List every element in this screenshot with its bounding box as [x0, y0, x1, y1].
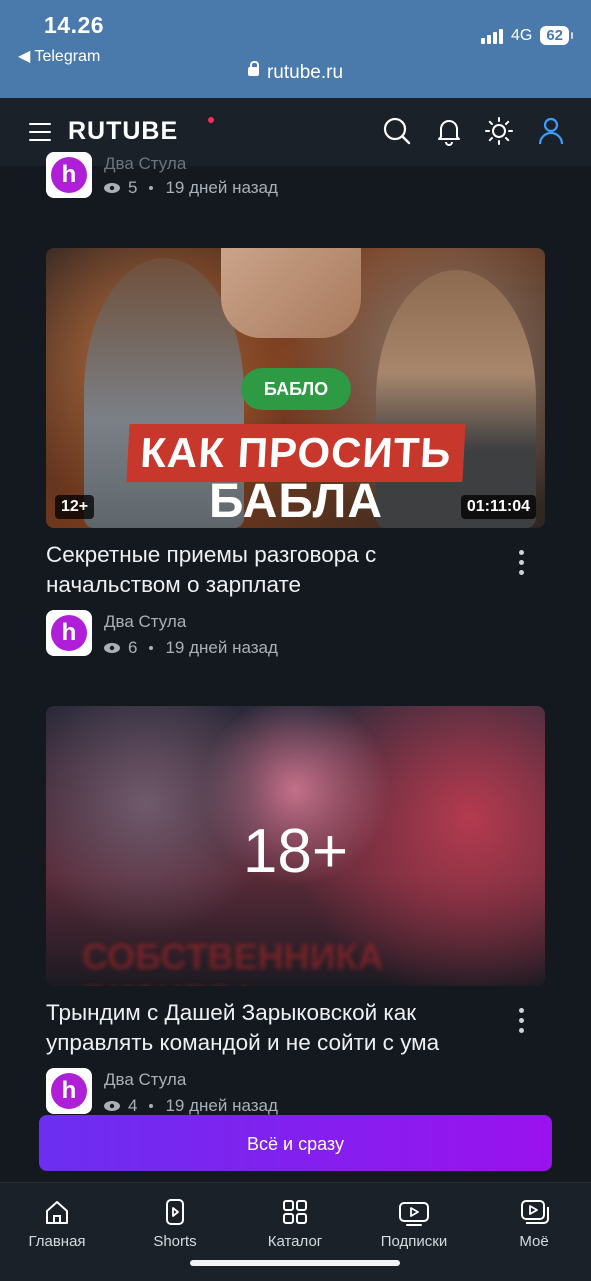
tab-subscriptions[interactable]: Подписки	[359, 1197, 469, 1250]
video-thumbnail-blurred[interactable]: СОБСТВЕННИКА БИЗНЕСА 18+	[46, 706, 545, 986]
channel-name[interactable]: Два Стула	[104, 1070, 186, 1090]
video-stats: 5 19 дней назад	[104, 178, 278, 198]
video-card[interactable]: СОБСТВЕННИКА БИЗНЕСА 18+ Трындим с Дашей…	[46, 706, 545, 1128]
thumbnail-person-right	[376, 270, 536, 528]
shorts-icon	[166, 1199, 184, 1225]
address-bar[interactable]: rutube.ru	[0, 61, 591, 84]
tab-catalog[interactable]: Каталог	[240, 1197, 350, 1250]
tab-label: Главная	[28, 1233, 86, 1250]
menu-icon[interactable]	[29, 123, 51, 141]
tab-shorts[interactable]: Shorts	[120, 1197, 230, 1250]
status-time: 14.26	[44, 12, 105, 38]
video-meta: h Два Стула 6 19 дней назад	[46, 610, 545, 670]
video-thumbnail[interactable]: БАБЛО КАК ПРОСИТЬ БАБЛА 12+ 01:11:04	[46, 248, 545, 528]
channel-name[interactable]: Два Стула	[104, 612, 186, 632]
more-options-icon[interactable]	[519, 550, 525, 580]
lock-icon	[247, 61, 259, 77]
video-title[interactable]: Трындим с Дашей Зарыковской как управлят…	[46, 998, 486, 1058]
signal-icon	[480, 28, 503, 44]
tab-home[interactable]: Главная	[2, 1197, 112, 1250]
published-ago: 19 дней назад	[165, 178, 278, 197]
tab-label: Подписки	[380, 1233, 448, 1250]
thumbnail-fist	[221, 248, 361, 338]
tab-label: Каталог	[267, 1233, 323, 1250]
separator-dot	[149, 1104, 154, 1108]
channel-avatar[interactable]: h	[46, 1068, 92, 1114]
age-rating-badge: 12+	[55, 495, 95, 519]
bottom-tab-bar: Главная Shorts Каталог Подписки Моё	[0, 1182, 591, 1281]
video-stats: 6 19 дней назад	[104, 638, 278, 658]
network-type: 4G	[510, 26, 533, 44]
thumbnail-headline-2: БАБЛА	[209, 475, 383, 528]
theme-sun-icon[interactable]	[484, 116, 514, 146]
views-count: 4	[128, 1096, 138, 1115]
duration-badge: 01:11:04	[460, 495, 536, 519]
home-indicator	[190, 1260, 400, 1266]
tab-my[interactable]: Моё	[479, 1197, 589, 1250]
battery-icon: 62	[540, 26, 573, 45]
channel-name[interactable]: Два Стула	[104, 154, 186, 174]
published-ago: 19 дней назад	[165, 638, 278, 657]
channel-avatar[interactable]: h	[46, 152, 92, 198]
browser-status-bar: 14.26 ◀ Telegram 4G 62 rutube.ru	[0, 0, 591, 98]
rutube-logo[interactable]: RUTUBE	[68, 117, 178, 146]
age-restriction-overlay: 18+	[242, 817, 349, 886]
more-options-icon[interactable]	[519, 1008, 525, 1038]
views-eye-icon	[104, 183, 120, 193]
video-stats: 4 19 дней назад	[104, 1096, 278, 1116]
my-icon	[521, 1200, 549, 1224]
user-profile-icon[interactable]	[536, 116, 566, 146]
all-at-once-button[interactable]: Всё и сразу	[39, 1115, 552, 1171]
views-eye-icon	[104, 1101, 120, 1111]
tab-label: Shorts	[153, 1233, 197, 1250]
search-icon[interactable]	[382, 116, 412, 146]
views-count: 6	[128, 638, 138, 657]
video-title[interactable]: Секретные приемы разговора с начальством…	[46, 540, 486, 600]
subscriptions-icon	[399, 1202, 429, 1226]
views-count: 5	[128, 178, 138, 197]
tab-label: Моё	[519, 1233, 549, 1250]
blurred-thumbnail-text: СОБСТВЕННИКА БИЗНЕСА	[82, 936, 384, 986]
logo-red-dot	[208, 117, 214, 123]
notifications-bell-icon[interactable]	[434, 116, 464, 146]
views-eye-icon	[104, 643, 120, 653]
video-card[interactable]: БАБЛО КАК ПРОСИТЬ БАБЛА 12+ 01:11:04 Сек…	[46, 248, 545, 670]
partial-video-meta: h Два Стула 5 19 дней назад	[46, 152, 346, 200]
status-indicators: 4G 62	[480, 26, 573, 45]
thumbnail-pill-text: БАБЛО	[241, 368, 351, 410]
published-ago: 19 дней назад	[165, 1096, 278, 1115]
url-text: rutube.ru	[266, 62, 344, 83]
channel-avatar[interactable]: h	[46, 610, 92, 656]
separator-dot	[149, 646, 154, 650]
catalog-icon	[283, 1200, 307, 1224]
separator-dot	[149, 186, 154, 190]
home-icon	[46, 1201, 68, 1224]
